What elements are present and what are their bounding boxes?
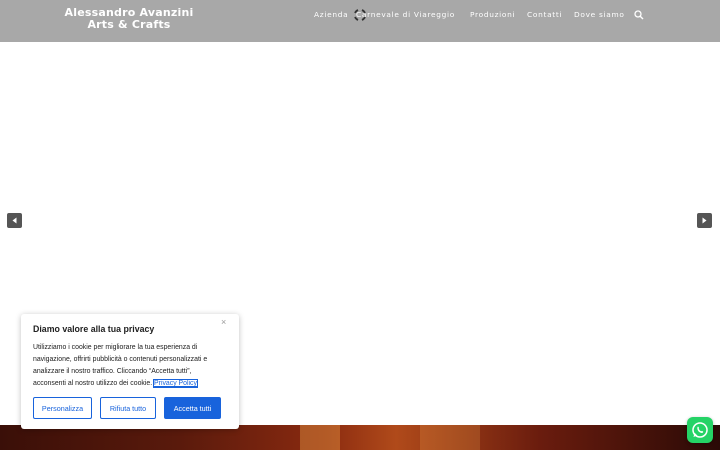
cookie-text-line: acconsenti al nostro utilizzo dei cookie… [33, 378, 229, 390]
image-highlight [300, 425, 340, 450]
slider-next-button[interactable] [697, 213, 712, 228]
reject-all-button[interactable]: Rifiuta tutto [100, 397, 156, 419]
privacy-policy-link[interactable]: Privacy Policy [153, 379, 198, 388]
nav-item-dove-siamo[interactable]: Dove siamo [574, 10, 625, 19]
cookie-consent-banner: Diamo valore alla tua privacy × Utilizzi… [21, 314, 239, 429]
cookie-description: Utilizziamo i cookie per migliorare la t… [33, 342, 229, 390]
chevron-right-icon [702, 217, 707, 224]
slider-prev-button[interactable] [7, 213, 22, 228]
whatsapp-icon [692, 422, 708, 438]
cookie-title: Diamo valore alla tua privacy [33, 324, 155, 334]
customize-button[interactable]: Personalizza [33, 397, 92, 419]
nav-item-contatti[interactable]: Contatti [527, 10, 562, 19]
chevron-left-icon [12, 217, 17, 224]
cookie-text-line: Utilizziamo i cookie per migliorare la t… [33, 344, 198, 351]
close-icon[interactable]: × [221, 317, 226, 327]
accept-all-button[interactable]: Accetta tutti [164, 397, 221, 419]
cookie-text-line: navigazione, offrirti pubblicità o conte… [33, 356, 208, 363]
whatsapp-button[interactable] [687, 417, 713, 443]
image-highlight [420, 425, 480, 450]
nav-item-carnevale[interactable]: Carnevale di Viareggio [356, 10, 455, 19]
search-icon[interactable] [634, 10, 644, 20]
site-header: Alessandro Avanzini Arts & Crafts Aziend… [0, 0, 720, 42]
cookie-text-line: analizzare il nostro traffico. Cliccando… [33, 368, 192, 375]
spinner-icon [354, 9, 366, 21]
nav-item-produzioni[interactable]: Produzioni [470, 10, 515, 19]
cookie-text-line-prefix: acconsenti al nostro utilizzo dei cookie… [33, 380, 155, 387]
nav-item-azienda[interactable]: Azienda [314, 10, 348, 19]
